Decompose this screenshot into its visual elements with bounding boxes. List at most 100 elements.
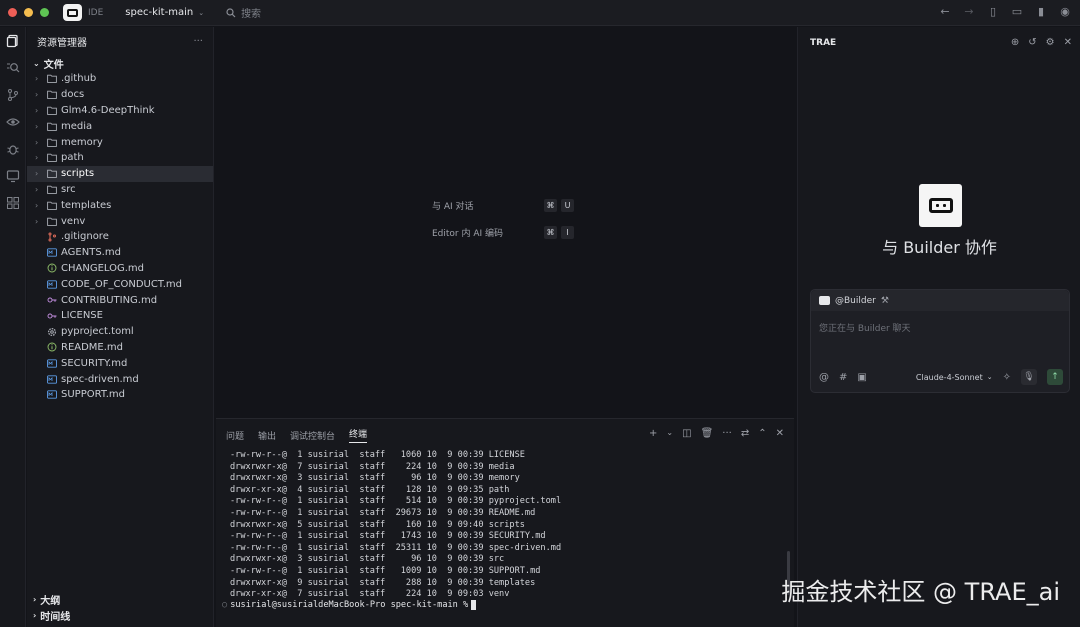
tree-folder[interactable]: › venv (27, 213, 213, 229)
send-button[interactable]: ↑ (1047, 369, 1063, 385)
explorer-files-icon[interactable] (0, 27, 26, 54)
markdown-file-icon (47, 279, 57, 289)
search-placeholder: 搜索 (241, 9, 262, 20)
tree-file[interactable]: CHANGELOG.md (27, 261, 213, 277)
shortcut-inline-ai[interactable]: Editor 内 AI 编码 ⌘ I (432, 226, 578, 239)
search-icon (226, 7, 236, 17)
tree-file[interactable]: LICENSE (27, 308, 213, 324)
forward-arrow-icon[interactable]: → (962, 5, 976, 18)
explorer-sidebar: 资源管理器 ··· ⌄ 文件 › .github › docs › Glm4.6-Deep… (27, 27, 214, 627)
model-selector[interactable]: Claude-4-Sonnet ⌄ (916, 373, 993, 382)
sparkle-enhance-icon[interactable]: ✧ (1003, 372, 1011, 383)
tree-file[interactable]: CONTRIBUTING.md (27, 292, 213, 308)
close-window-button[interactable] (8, 8, 17, 17)
tree-folder[interactable]: › templates (27, 197, 213, 213)
close-panel-icon[interactable]: ✕ (776, 428, 784, 439)
toggle-left-panel-icon[interactable]: ▯ (986, 5, 1000, 18)
maximize-panel-chevron-up-icon[interactable]: ⌃ (758, 428, 766, 439)
tree-item-label: CODE_OF_CONDUCT.md (61, 278, 183, 290)
tab-output[interactable]: 输出 (258, 429, 276, 442)
folder-icon (47, 121, 57, 131)
chat-input[interactable]: 您正在与 Builder 聊天 (811, 311, 1069, 344)
editor-area[interactable]: 与 AI 对话 ⌘ U Editor 内 AI 编码 ⌘ I (216, 27, 794, 416)
builder-logo-icon (919, 184, 962, 227)
tree-folder[interactable]: › scripts (27, 165, 213, 182)
tree-folder[interactable]: › docs (27, 87, 213, 103)
debug-bug-icon[interactable] (0, 135, 26, 162)
terminal-output[interactable]: -rw-rw-r--@ 1 susirial staff 1060 10 9 0… (230, 450, 561, 601)
outline-section-header[interactable]: › 大纲 (27, 591, 214, 607)
account-icon[interactable]: ◉ (1058, 5, 1072, 18)
terminal-prompt-line[interactable]: ○ susirial@susirialdeMacBook-Pro spec-ki… (222, 600, 477, 610)
hash-context-icon[interactable]: # (839, 372, 847, 383)
tab-debug-console[interactable]: 调试控制台 (290, 429, 335, 442)
split-terminal-icon[interactable]: ◫ (682, 428, 691, 439)
tree-file[interactable]: .gitignore (27, 229, 213, 245)
timeline-section-header[interactable]: › 时间线 (27, 607, 214, 623)
tree-item-label: CONTRIBUTING.md (61, 294, 158, 306)
maximize-window-button[interactable] (40, 8, 49, 17)
remote-monitor-icon[interactable] (0, 162, 26, 189)
tree-folder[interactable]: › src (27, 182, 213, 198)
search-files-icon[interactable] (0, 54, 26, 81)
activity-bar (0, 27, 26, 627)
folder-icon (47, 153, 57, 163)
command-search[interactable]: 搜索 (226, 5, 261, 20)
tools-icon[interactable]: ⚒ (881, 296, 889, 306)
more-actions-icon[interactable]: ··· (722, 428, 732, 439)
markdown-file-icon (47, 374, 57, 384)
tree-folder[interactable]: › path (27, 150, 213, 166)
tree-item-label: .gitignore (61, 231, 109, 243)
more-actions-icon[interactable]: ··· (193, 36, 203, 47)
tree-folder[interactable]: › .github (27, 71, 213, 87)
tree-file[interactable]: SECURITY.md (27, 355, 213, 371)
trash-icon[interactable]: 🗑 (701, 428, 714, 439)
tree-folder[interactable]: › media (27, 118, 213, 134)
terminal-line: drwxrwxr-x@ 7 susirial staff 224 10 9 00… (230, 461, 515, 472)
config-file-icon (47, 327, 57, 337)
title-bar: IDE spec-kit-main ⌄ 搜索 ← → ▯ ▭ ▮ ◉ (0, 0, 1080, 26)
settings-gear-icon[interactable]: ⚙ (1046, 37, 1055, 48)
tree-file[interactable]: AGENTS.md (27, 245, 213, 261)
close-icon[interactable]: ✕ (1064, 37, 1072, 48)
tree-folder[interactable]: › memory (27, 134, 213, 150)
terminal-dropdown-chevron-icon[interactable]: ⌄ (666, 428, 673, 439)
terminal-line: -rw-rw-r--@ 1 susirial staff 514 10 9 00… (230, 496, 562, 507)
tree-folder[interactable]: › Glm4.6-DeepThink (27, 103, 213, 119)
files-section-header[interactable]: ⌄ 文件 (27, 55, 213, 71)
shortcut-ai-chat[interactable]: 与 AI 对话 ⌘ U (432, 199, 578, 212)
tab-problems[interactable]: 问题 (226, 429, 244, 442)
microphone-button[interactable]: 🎙 (1021, 369, 1037, 385)
terminal-cursor (471, 600, 477, 610)
tree-file[interactable]: CODE_OF_CONDUCT.md (27, 276, 213, 292)
new-terminal-plus-icon[interactable]: + (649, 428, 657, 439)
mention-at-icon[interactable]: @ (819, 372, 829, 383)
extensions-grid-icon[interactable] (0, 189, 26, 216)
terminal-line: drwxrwxr-x@ 3 susirial staff 96 10 9 00:… (230, 473, 520, 484)
project-switcher[interactable]: spec-kit-main ⌄ (125, 7, 204, 18)
tree-file[interactable]: pyproject.toml (27, 324, 213, 340)
minimize-window-button[interactable] (24, 8, 33, 17)
agent-selector[interactable]: @Builder ⚒ (811, 290, 1069, 311)
image-upload-icon[interactable]: ▣ (857, 372, 866, 383)
chevron-right-icon: › (33, 610, 37, 620)
source-control-icon[interactable] (0, 81, 26, 108)
markdown-file-icon (47, 358, 57, 368)
toggle-right-panel-icon[interactable]: ▮ (1034, 5, 1048, 18)
shortcut-key: ⌘ (544, 199, 557, 212)
tab-terminal[interactable]: 终端 (349, 427, 368, 443)
history-icon[interactable]: ↺ (1028, 37, 1036, 48)
toggle-layout-icon[interactable]: ⇄ (741, 428, 749, 439)
builder-mini-logo-icon (819, 296, 830, 305)
tree-file[interactable]: SUPPORT.md (27, 387, 213, 403)
tree-file[interactable]: README.md (27, 340, 213, 356)
model-name: Claude-4-Sonnet (915, 372, 983, 382)
shortcut-key: I (561, 226, 574, 239)
toggle-bottom-panel-icon[interactable]: ▭ (1010, 5, 1024, 18)
terminal-line: -rw-rw-r--@ 1 susirial staff 25311 10 9 … (230, 542, 562, 553)
prompt-status-circle-icon: ○ (222, 600, 228, 610)
new-chat-icon[interactable]: ⊕ (1011, 37, 1019, 48)
back-arrow-icon[interactable]: ← (938, 5, 952, 18)
tree-file[interactable]: spec-driven.md (27, 371, 213, 387)
preview-eye-icon[interactable] (0, 108, 26, 135)
